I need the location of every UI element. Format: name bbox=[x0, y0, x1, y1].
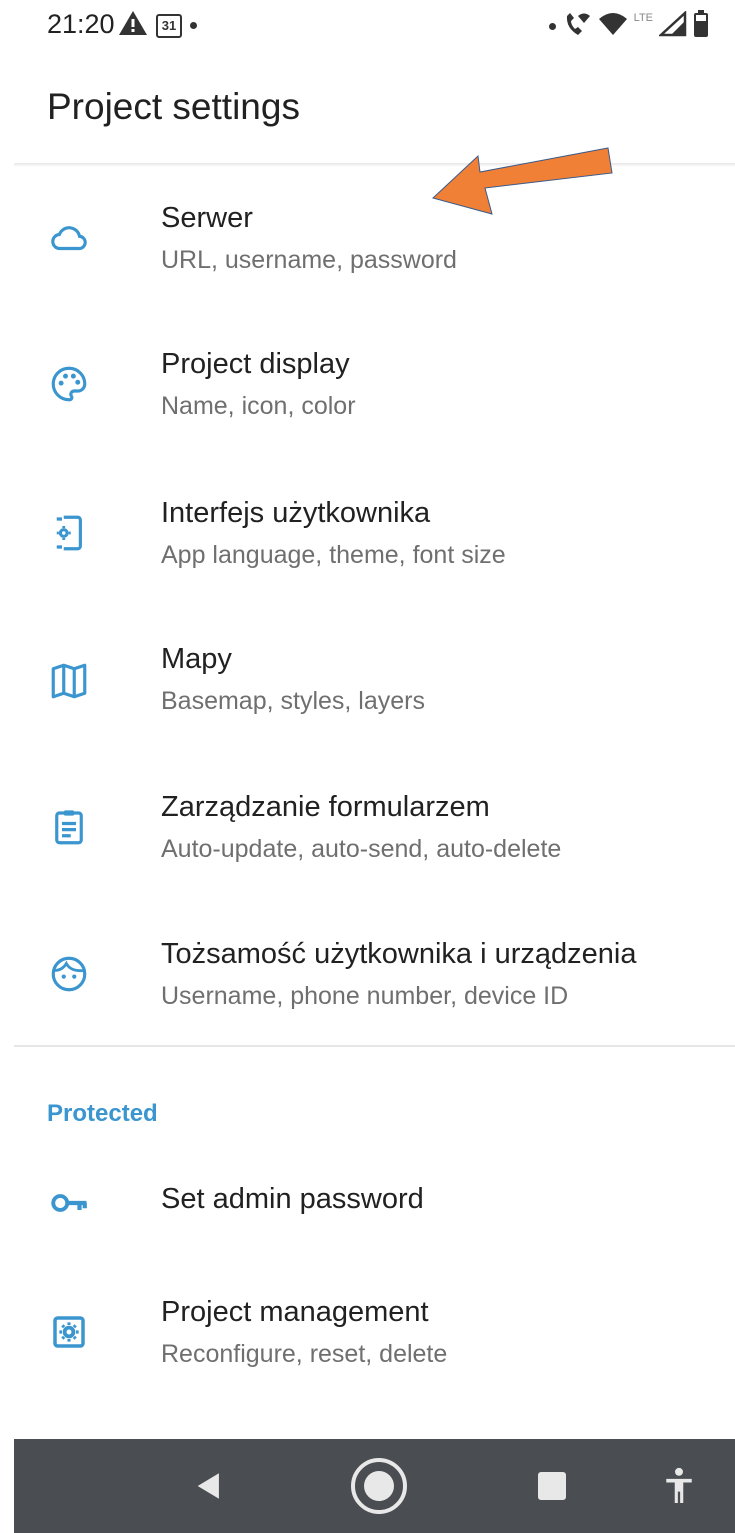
setting-subtitle: Basemap, styles, layers bbox=[161, 687, 425, 715]
status-bar: 21:20 31 LTE bbox=[0, 0, 735, 52]
clipboard-icon bbox=[47, 805, 91, 849]
setting-title: Interfejs użytkownika bbox=[161, 497, 431, 529]
setting-serwer[interactable]: Serwer URL, username, password bbox=[14, 196, 735, 296]
setting-title: Serwer bbox=[161, 202, 253, 234]
settings-box-icon bbox=[47, 1310, 91, 1354]
setting-identity[interactable]: Tożsamość użytkownika i urządzenia Usern… bbox=[14, 932, 735, 1032]
setting-project-management[interactable]: Project management Reconfigure, reset, d… bbox=[14, 1290, 735, 1390]
wifi-call-icon bbox=[562, 10, 592, 43]
setting-subtitle: Name, icon, color bbox=[161, 392, 356, 420]
map-icon bbox=[47, 659, 91, 703]
warning-icon bbox=[118, 10, 148, 41]
header-divider bbox=[14, 163, 735, 167]
cloud-icon bbox=[47, 216, 91, 260]
status-time: 21:20 bbox=[47, 9, 115, 39]
back-icon[interactable] bbox=[174, 1439, 244, 1533]
home-icon[interactable] bbox=[342, 1439, 416, 1533]
setting-project-display[interactable]: Project display Name, icon, color bbox=[14, 342, 735, 442]
palette-icon bbox=[47, 362, 91, 406]
setting-admin-password[interactable]: Set admin password bbox=[14, 1165, 735, 1245]
page-title: Project settings bbox=[47, 86, 300, 127]
section-header-protected: Protected bbox=[47, 1100, 158, 1127]
recents-icon[interactable] bbox=[519, 1439, 585, 1533]
phone-settings-icon bbox=[47, 511, 91, 555]
notification-dot bbox=[548, 23, 556, 30]
setting-form-management[interactable]: Zarządzanie formularzem Auto-update, aut… bbox=[14, 785, 735, 885]
lte-signal-icon bbox=[657, 10, 687, 42]
battery-icon bbox=[693, 10, 709, 43]
calendar-icon: 31 bbox=[156, 13, 182, 38]
section-divider bbox=[14, 1045, 735, 1047]
lte-label: LTE bbox=[633, 11, 653, 24]
navigation-bar bbox=[14, 1439, 735, 1533]
setting-user-interface[interactable]: Interfejs użytkownika App language, them… bbox=[14, 491, 735, 591]
wifi-icon bbox=[598, 11, 628, 42]
setting-title: Zarządzanie formularzem bbox=[161, 791, 490, 823]
accessibility-icon[interactable] bbox=[649, 1439, 709, 1533]
face-icon bbox=[47, 952, 91, 996]
setting-title: Project management bbox=[161, 1296, 429, 1328]
setting-title: Mapy bbox=[161, 643, 232, 675]
setting-title: Set admin password bbox=[161, 1183, 424, 1215]
setting-title: Project display bbox=[161, 348, 350, 380]
notification-dot bbox=[190, 22, 197, 29]
setting-subtitle: URL, username, password bbox=[161, 246, 457, 274]
setting-subtitle: Username, phone number, device ID bbox=[161, 982, 569, 1010]
setting-subtitle: Auto-update, auto-send, auto-delete bbox=[161, 835, 562, 863]
setting-subtitle: App language, theme, font size bbox=[161, 541, 506, 569]
setting-subtitle: Reconfigure, reset, delete bbox=[161, 1340, 448, 1368]
setting-maps[interactable]: Mapy Basemap, styles, layers bbox=[14, 637, 735, 737]
key-icon bbox=[47, 1181, 91, 1225]
setting-title: Tożsamość użytkownika i urządzenia bbox=[161, 938, 637, 970]
